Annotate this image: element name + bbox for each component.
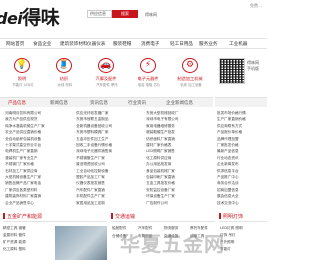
section-accent-bar [219,213,221,219]
section-header-transport: 交通运输 [111,211,215,222]
main-nav: 网站首页 食品企业 建筑装饰材料 仪器仪表 服装鞋帽 消费电子 轻工日用品 服务… [0,38,267,49]
category-sub: 纱线 布料 [57,83,73,87]
link-column-1: 河南明月饮料有限公司 我方为产品供应现货 纯净水灌装机械生产厂家 农业产品供应直… [3,110,69,206]
qr-line-2: 手机版 [247,66,259,71]
list-item[interactable]: 户外照明 [220,239,266,246]
list-item[interactable]: 企业产品销售中心 [3,200,69,206]
logo-latin: dei [0,9,23,28]
nav-item-services[interactable]: 服务业务 [199,41,217,47]
section-accent-bar [111,213,113,219]
nav-item-building[interactable]: 建筑装饰材料 [60,41,88,47]
nav-item-daily-goods[interactable]: 轻工日用品 [170,41,193,47]
section-accent-bar [3,213,5,219]
qr-code-image [219,58,245,84]
logo-cn: 得味 [22,7,60,29]
tab-products[interactable]: 产品信息 [8,100,26,106]
thread-icon: 🧵 [56,58,72,73]
list-item[interactable]: 精密工具 钢管 [3,225,53,232]
car-icon: 🚗 [98,58,114,73]
side-tab-bar [215,97,267,107]
section-header-lighting: 照明灯饰 [219,211,267,222]
category-sub: 汽车配件 摩托 [96,83,118,87]
lightning-icon: ⚡ [140,58,156,73]
list-item[interactable]: 广告制作公司 [144,200,210,206]
category-lighting[interactable]: 💡 照明 节能灯 LED灯 [2,52,42,94]
list-item[interactable]: 矿产资源 能源 [3,239,53,246]
section-header-hardware: 五金矿产和能源 [3,211,107,222]
top-right-link[interactable]: 免费... [250,3,262,9]
bulb-icon: 💡 [14,58,30,73]
tab-industry[interactable]: 行业资讯 [128,100,146,106]
nav-item-home[interactable]: 网站首页 [6,41,24,47]
list-item[interactable]: 金属材料 管件 [3,232,53,239]
category-strip: 💡 照明 节能灯 LED灯 🧵 纺织 纱线 布料 🚗 汽摩及配件 汽车配件 摩托… [0,52,213,94]
side-link-column: 批发市场价格行情 生产厂家直销价格 供应商联系方式 产品报价单价格 品牌代理加盟… [217,110,267,206]
link-column-2: 供应光纤收发器厂家 东莞市冠联五金制品 全新机器设备回收公司 东莞市塑料模具厂家… [74,110,140,206]
watermark-text: 华夏五金网 [120,232,225,256]
tab-info[interactable]: 资讯信息 [90,100,108,106]
category-sub: 机床 加工设备 [180,83,202,87]
section-list-hardware: 精密工具 钢管 金属材料 管件 矿产资源 能源 化工原料 塑料 [3,225,53,253]
nav-item-apparel[interactable]: 服装鞋帽 [113,41,131,47]
hot-link[interactable]: 得味网 [145,12,157,18]
list-item[interactable]: 家居用品加工定制 [74,200,140,206]
category-sub: 电容 电阻 芯片 [137,83,161,87]
category-machinery[interactable]: ⚙ 制造加工机械 机床 加工设备 [170,52,210,94]
category-auto-parts[interactable]: 🚗 汽摩及配件 汽车配件 摩托 [86,52,126,94]
tab-company-news[interactable]: 企业新闻信息 [166,100,193,106]
category-electronic-components[interactable]: ⚡ 电子元器件 电容 电阻 芯片 [128,52,168,94]
section-title[interactable]: 照明灯饰 [223,213,243,220]
section-title[interactable]: 交通运输 [115,213,135,220]
list-item[interactable]: 灯饰 吊灯 [220,232,266,239]
content-tabs: 产品信息 新闻信息 资讯信息 行业资讯 企业新闻信息 [0,97,213,107]
list-item[interactable]: 化工原料 塑料 [3,246,53,253]
category-sub: 节能灯 LED灯 [12,83,34,87]
nav-item-industrial[interactable]: 工业机器 [229,41,247,47]
section-photo[interactable] [55,226,107,260]
section-title[interactable]: 五金矿产和能源 [7,213,42,220]
tab-news[interactable]: 新闻信息 [50,100,68,106]
site-logo[interactable]: dei得味 [0,6,75,30]
gear-icon: ⚙ [182,58,198,73]
nav-item-food[interactable]: 食品企业 [33,41,51,47]
search-button[interactable]: 搜索 [112,10,138,18]
list-item[interactable]: 技术交流中心 [217,200,267,206]
section-list-lighting: LED灯具 照明 灯饰 吊灯 户外照明 节能灯 [220,225,266,253]
list-item[interactable]: 节能灯 [220,246,266,253]
category-textile[interactable]: 🧵 纺织 纱线 布料 [44,52,84,94]
link-column-3: 东莞大型机械回收厂 深圳市电子有限公司 家用电器维修服务 服装鞋帽生产批发 纺织… [144,110,210,206]
search-input[interactable]: 供应信息 [87,10,112,18]
nav-item-instruments[interactable]: 仪器仪表 [87,41,105,47]
nav-item-electronics[interactable]: 消费电子 [141,41,159,47]
qr-caption: 得味网 手机版 [247,60,259,72]
list-item[interactable]: LED灯具 照明 [220,225,266,232]
